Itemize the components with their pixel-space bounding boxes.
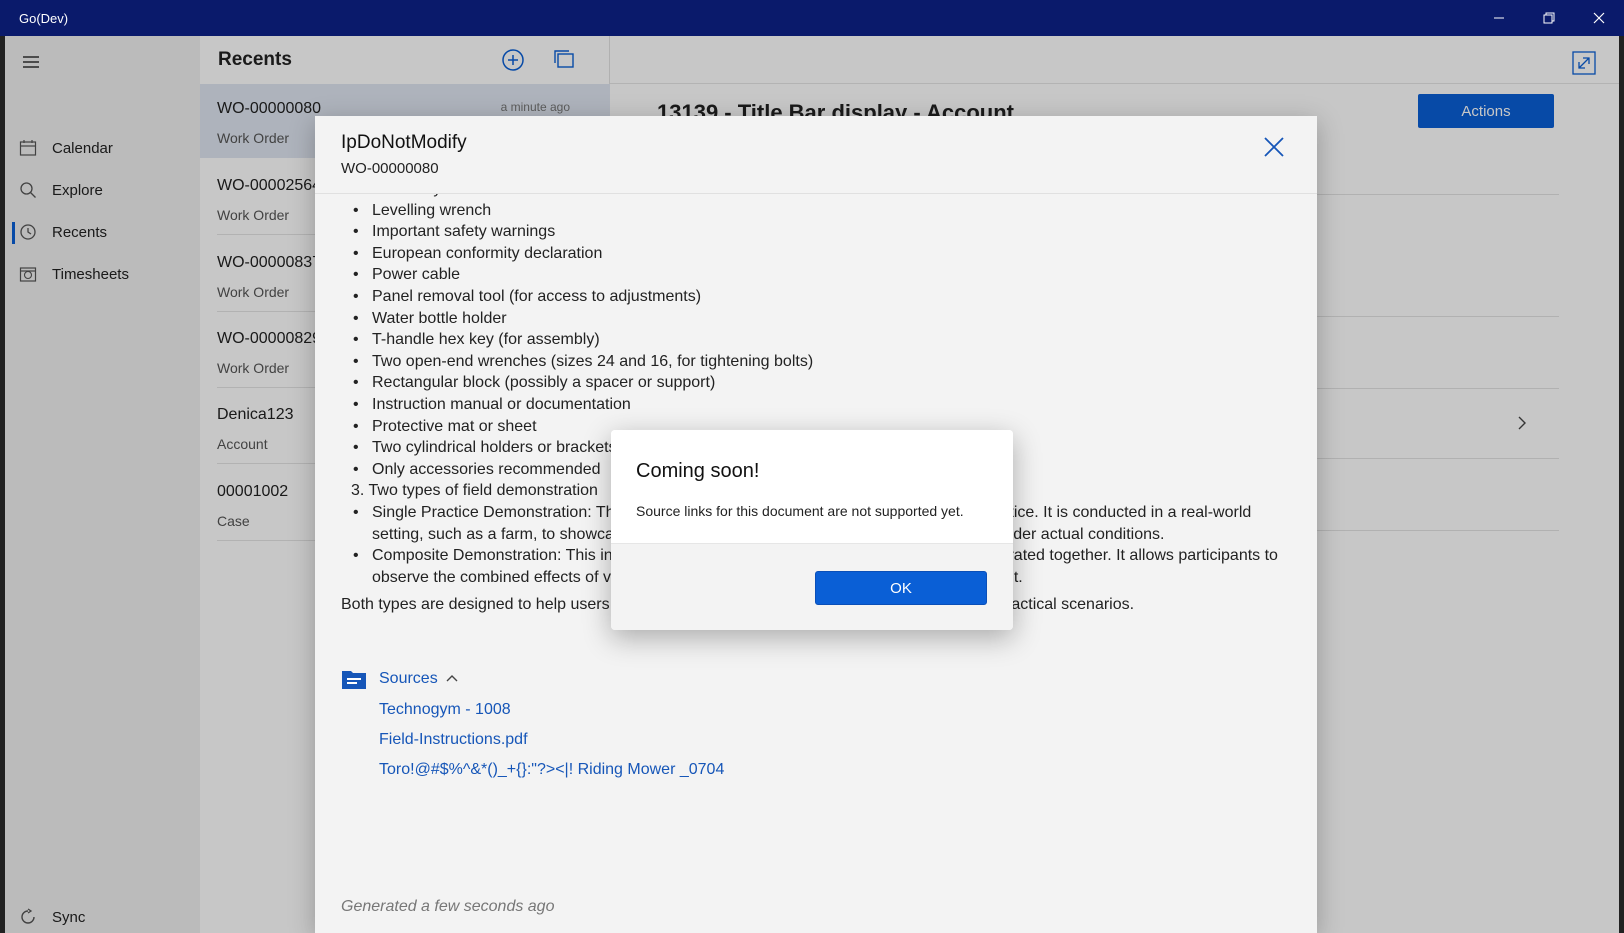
multi-window-button[interactable] bbox=[550, 46, 578, 74]
recent-item-type: Case bbox=[217, 513, 250, 529]
menu-button[interactable] bbox=[19, 50, 43, 74]
generated-timestamp: Generated a few seconds ago bbox=[341, 898, 555, 915]
list-item: Two open-end wrenches (sizes 24 and 16, … bbox=[341, 351, 1296, 373]
add-circle-icon bbox=[502, 49, 524, 71]
dialog-message: Source links for this document are not s… bbox=[636, 503, 964, 519]
list-item: Important safety warnings bbox=[341, 221, 1296, 243]
minimize-button[interactable] bbox=[1474, 0, 1524, 36]
expand-icon bbox=[1572, 51, 1596, 75]
sources-section: Sources Technogym - 1008 Field-Instructi… bbox=[341, 668, 724, 780]
expand-button[interactable] bbox=[1571, 50, 1597, 76]
left-nav: Calendar Explore Recents Timesheets Sync bbox=[5, 36, 200, 933]
recent-item-id: Denica123 bbox=[217, 406, 294, 423]
list-item: Panel removal tool (for access to adjust… bbox=[341, 286, 1296, 308]
list-item: Instruction manual or documentation bbox=[341, 394, 1296, 416]
calendar-icon bbox=[17, 137, 39, 159]
close-window-button[interactable] bbox=[1574, 0, 1624, 36]
recent-item-type: Work Order bbox=[217, 360, 290, 376]
recent-item-id: WO-00002564 bbox=[217, 177, 322, 194]
divider bbox=[1279, 388, 1559, 389]
list-item: Power cable bbox=[341, 264, 1296, 286]
recent-item-time: a minute ago bbox=[500, 100, 570, 114]
divider bbox=[1279, 316, 1559, 317]
close-icon bbox=[1593, 12, 1605, 24]
close-icon bbox=[1264, 137, 1284, 157]
nav-label: Timesheets bbox=[52, 265, 129, 283]
recent-item-id: WO-00000829 bbox=[217, 330, 322, 347]
sync-icon bbox=[17, 906, 39, 928]
hamburger-icon bbox=[23, 56, 39, 68]
chevron-up-icon bbox=[446, 675, 458, 682]
dialog-title: Coming soon! bbox=[636, 460, 760, 482]
restore-icon bbox=[1543, 12, 1555, 24]
panel-header: IpDoNotModify WO-00000080 bbox=[315, 116, 1317, 194]
window-controls bbox=[1474, 0, 1624, 36]
nav-item-explore[interactable]: Explore bbox=[5, 170, 200, 210]
add-record-button[interactable] bbox=[499, 46, 527, 74]
recent-item-id: WO-00000080 bbox=[217, 100, 322, 117]
recent-item-type: Work Order bbox=[217, 207, 290, 223]
nav-label: Recents bbox=[52, 223, 108, 241]
folder-icon bbox=[342, 671, 366, 689]
multi-window-icon bbox=[554, 50, 574, 68]
list-item: European conformity declaration bbox=[341, 243, 1296, 265]
recent-item-type: Account bbox=[217, 436, 268, 452]
minimize-icon bbox=[1494, 17, 1504, 19]
recent-item-type: Work Order bbox=[217, 284, 290, 300]
sync-label: Sync bbox=[52, 908, 86, 926]
recent-item-id: 00001002 bbox=[217, 483, 289, 500]
sources-label: Sources bbox=[379, 670, 438, 687]
sources-toggle[interactable]: Sources bbox=[341, 668, 724, 690]
panel-title: IpDoNotModify bbox=[341, 132, 467, 153]
divider bbox=[1279, 458, 1559, 459]
panel-subtitle: WO-00000080 bbox=[341, 160, 439, 177]
nav-item-sync[interactable]: Sync bbox=[5, 906, 85, 928]
title-bar: Go(Dev) bbox=[0, 0, 1624, 36]
list-item: Levelling wrench bbox=[341, 200, 1296, 222]
nav-item-calendar[interactable]: Calendar bbox=[5, 128, 200, 168]
timesheet-icon bbox=[17, 263, 39, 285]
recent-item-type: Work Order bbox=[217, 130, 290, 146]
nav-label: Calendar bbox=[52, 139, 113, 157]
source-link[interactable]: Field-Instructions.pdf bbox=[379, 730, 724, 750]
app-title: Go(Dev) bbox=[19, 10, 69, 26]
list-item: Rectangular block (possibly a spacer or … bbox=[341, 372, 1296, 394]
recents-header: Recents bbox=[200, 36, 610, 84]
panel-close-button[interactable] bbox=[1261, 134, 1287, 160]
dialog-footer: OK bbox=[611, 544, 1013, 630]
dialog-content: Coming soon! Source links for this docum… bbox=[611, 430, 1013, 544]
coming-soon-dialog: Coming soon! Source links for this docum… bbox=[611, 430, 1013, 630]
source-link[interactable]: Technogym - 1008 bbox=[379, 700, 724, 720]
recents-title: Recents bbox=[218, 49, 292, 70]
divider bbox=[1279, 530, 1559, 531]
nav-item-recents[interactable]: Recents bbox=[5, 212, 200, 252]
list-item: T-handle hex key (for assembly) bbox=[341, 329, 1296, 351]
restore-button[interactable] bbox=[1524, 0, 1574, 36]
nav-label: Explore bbox=[52, 181, 103, 199]
actions-button[interactable]: Actions bbox=[1418, 94, 1554, 128]
recent-item-id: WO-00000837 bbox=[217, 254, 322, 271]
search-icon bbox=[17, 179, 39, 201]
divider bbox=[1279, 194, 1559, 195]
nav-item-timesheets[interactable]: Timesheets bbox=[5, 254, 200, 294]
list-item: Water bottle holder bbox=[341, 308, 1296, 330]
detail-toolbar bbox=[610, 36, 1619, 84]
chevron-right-icon[interactable] bbox=[1515, 416, 1529, 430]
ok-button[interactable]: OK bbox=[815, 571, 987, 605]
source-link[interactable]: Toro!@#$%^&*()_+{}:"?><|! Riding Mower _… bbox=[379, 760, 724, 780]
recents-icon bbox=[17, 221, 39, 243]
